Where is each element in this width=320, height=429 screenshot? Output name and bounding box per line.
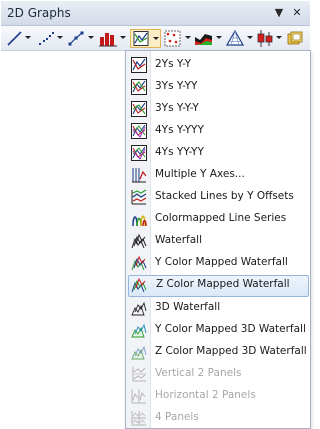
graph-type-menu: 2Ys Y-Y 3Ys Y-YY 3Ys Y-Y-Y 4Ys Y-YYY 4Ys… <box>125 50 311 429</box>
contour-plot-icon <box>164 30 181 47</box>
menu-item-label: 4Ys Y-YYY <box>155 124 204 136</box>
contour-plot-button[interactable] <box>163 29 183 48</box>
menu-item-label: Vertical 2 Panels <box>155 367 242 379</box>
menu-item-stacked-lines[interactable]: Stacked Lines by Y Offsets <box>128 187 309 208</box>
menu-item-label: 4Ys YY-YY <box>155 146 204 158</box>
triple-y-icon <box>131 79 147 95</box>
box-chart-dropdown[interactable] <box>276 36 282 39</box>
colormapped-line-series-icon <box>132 215 147 227</box>
menu-item-y-color-mapped-waterfall[interactable]: Y Color Mapped Waterfall <box>128 253 309 274</box>
menu-item-waterfall[interactable]: Waterfall <box>128 231 309 252</box>
line-symbol-plot-button[interactable] <box>67 29 85 48</box>
menu-item-label: Horizontal 2 Panels <box>155 389 256 401</box>
menu-item-4ys-yy-yy[interactable]: 4Ys YY-YY <box>128 143 309 164</box>
multi-panel-icon <box>133 31 149 46</box>
menu-item-2ys-y-y[interactable]: 2Ys Y-Y <box>128 55 309 76</box>
toolbar-options-button[interactable]: ▼ <box>271 5 287 21</box>
ternary-plot-button[interactable] <box>225 29 245 48</box>
menu-item-z-color-mapped-waterfall[interactable]: Z Color Mapped Waterfall <box>128 275 309 297</box>
line-plot-dropdown[interactable] <box>25 36 31 39</box>
box-chart-button[interactable] <box>256 29 274 48</box>
menu-item-label: Y Color Mapped 3D Waterfall <box>155 323 306 335</box>
menu-item-label: Y Color Mapped Waterfall <box>155 256 288 268</box>
menu-item-label: Stacked Lines by Y Offsets <box>155 190 294 202</box>
3d-waterfall-icon <box>131 301 147 316</box>
triple-y-stacked-icon <box>131 101 147 117</box>
contour-plot-dropdown[interactable] <box>185 36 191 39</box>
close-button[interactable]: ✕ <box>289 5 305 21</box>
scatter-plot-icon <box>39 32 54 45</box>
quad-y-split-icon <box>131 145 147 161</box>
menu-item-label: 3Ys Y-Y-Y <box>155 102 199 114</box>
menu-item-label: 3Ys Y-YY <box>155 80 198 92</box>
area-plot-button[interactable] <box>194 29 214 48</box>
menu-item-3ys-y-yy[interactable]: 3Ys Y-YY <box>128 77 309 98</box>
menu-item-3ys-y-y-y[interactable]: 3Ys Y-Y-Y <box>128 99 309 120</box>
vertical-2-panels-icon <box>132 367 146 382</box>
menu-item-y-color-mapped-3d-waterfall[interactable]: Y Color Mapped 3D Waterfall <box>128 320 309 341</box>
line-symbol-plot-dropdown[interactable] <box>88 36 94 39</box>
y-color-waterfall-icon <box>131 255 147 271</box>
menu-item-label: 4 Panels <box>155 411 199 423</box>
z-color-3d-waterfall-icon <box>131 345 147 360</box>
menu-item-label: 2Ys Y-Y <box>155 58 192 70</box>
area-plot-icon <box>195 34 212 45</box>
multi-panel-dropdown[interactable] <box>153 37 159 40</box>
menu-item-multiple-y-axes[interactable]: Multiple Y Axes... <box>128 165 309 186</box>
menu-item-4ys-y-yyy[interactable]: 4Ys Y-YYY <box>128 121 309 142</box>
menu-item-label: Z Color Mapped Waterfall <box>156 278 290 290</box>
ternary-plot-dropdown[interactable] <box>247 36 253 39</box>
4-panels-icon <box>131 411 146 426</box>
quad-y-icon <box>131 123 147 139</box>
menu-item-z-color-mapped-3d-waterfall[interactable]: Z Color Mapped 3D Waterfall <box>128 342 309 363</box>
ternary-plot-icon <box>225 29 245 46</box>
line-plot-icon <box>7 31 22 46</box>
menu-item-label: Multiple Y Axes... <box>155 168 245 180</box>
template-library-icon <box>287 31 303 45</box>
toolbar <box>1 26 310 51</box>
menu-item-4-panels[interactable]: 4 Panels <box>128 408 309 429</box>
menu-item-colormapped-line-series[interactable]: Colormapped Line Series <box>128 209 309 230</box>
horizontal-2-panels-icon <box>131 389 146 404</box>
stacked-lines-icon <box>131 189 147 205</box>
menu-item-vertical-2-panels[interactable]: Vertical 2 Panels <box>128 364 309 385</box>
menu-item-3d-waterfall[interactable]: 3D Waterfall <box>128 298 309 319</box>
multi-panel-button[interactable] <box>130 29 161 48</box>
menu-item-label: Colormapped Line Series <box>155 212 287 224</box>
double-y-icon <box>131 57 147 73</box>
scatter-plot-dropdown[interactable] <box>57 36 63 39</box>
panel-title: 2D Graphs <box>7 6 71 20</box>
waterfall-icon <box>131 233 147 249</box>
column-chart-icon <box>99 33 117 47</box>
graphs-toolbar-panel: 2D Graphs ▼ ✕ 2Ys Y-Y 3Ys Y-YY 3Ys Y-Y-Y… <box>0 0 311 429</box>
column-chart-button[interactable] <box>98 29 118 48</box>
area-plot-dropdown[interactable] <box>216 36 222 39</box>
menu-item-label: Waterfall <box>155 234 203 246</box>
z-color-waterfall-icon <box>131 277 147 293</box>
line-symbol-plot-icon <box>68 31 84 46</box>
scatter-plot-button[interactable] <box>37 29 55 48</box>
menu-item-label: Z Color Mapped 3D Waterfall <box>155 345 307 357</box>
template-library-button[interactable] <box>286 29 304 48</box>
column-chart-dropdown[interactable] <box>120 36 126 39</box>
box-chart-icon <box>257 30 273 47</box>
line-plot-button[interactable] <box>5 29 23 48</box>
title-bar[interactable]: 2D Graphs ▼ ✕ <box>1 1 310 26</box>
multiple-y-axes-icon <box>132 168 147 183</box>
menu-item-horizontal-2-panels[interactable]: Horizontal 2 Panels <box>128 386 309 407</box>
menu-item-label: 3D Waterfall <box>155 301 221 313</box>
y-color-3d-waterfall-icon <box>131 323 147 338</box>
